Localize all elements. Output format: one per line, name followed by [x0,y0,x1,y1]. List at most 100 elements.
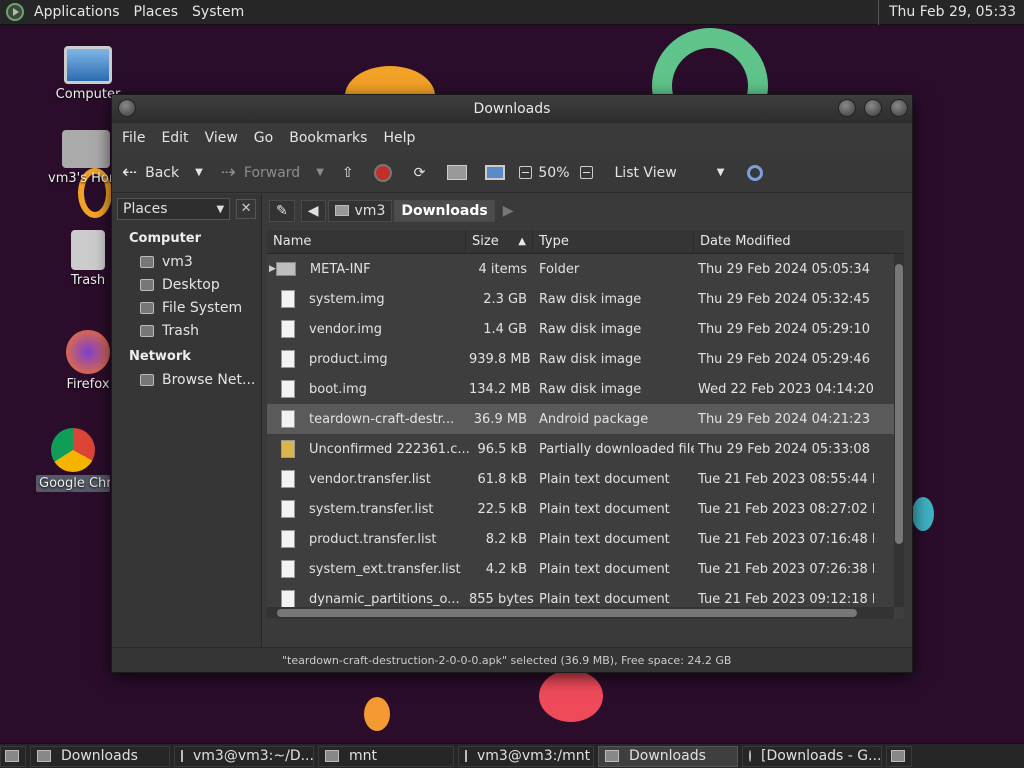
table-row[interactable]: Unconfirmed 222361.c... 96.5 kB Partially … [267,434,904,464]
taskbar-item-mnt[interactable]: mnt [318,745,454,767]
forward-button[interactable]: ⇢ Forward ▼ [221,162,324,183]
computer-toolbar-icon[interactable] [485,165,506,180]
menu-places[interactable]: Places [127,4,186,20]
file-type-cell: Plain text document [539,501,670,517]
table-row[interactable]: ▶ META-INF 4 items Folder Thu 29 Feb 2024 05… [267,254,904,284]
taskbar-item-downloads-2[interactable]: Downloads [598,745,738,767]
window-menu-icon[interactable] [118,99,136,117]
up-icon[interactable]: ⇧ [342,165,354,181]
file-size-cell: 22.5 kB [477,501,527,517]
file-date-cell: Tue 21 Feb 2023 07:16:48 PM EST [698,531,874,547]
zoom-out-icon[interactable] [519,166,533,179]
workspace-switcher-icon[interactable] [886,745,912,767]
file-name-cell: teardown-craft-destr... [267,410,469,428]
menu-view[interactable]: View [197,130,246,146]
search-icon[interactable] [746,164,763,181]
file-date-cell: Tue 21 Feb 2023 08:55:44 PM EST [698,471,874,487]
back-history-dropdown-icon[interactable]: ▼ [195,167,203,178]
file-icon [281,560,295,578]
clock[interactable]: Thu Feb 29, 05:33 [877,0,1024,25]
menu-bookmarks[interactable]: Bookmarks [281,130,375,146]
stop-icon[interactable] [373,163,392,182]
expand-arrow-icon[interactable]: ▶ [269,264,276,274]
breadcrumb-vm3[interactable]: vm3 [327,199,393,222]
file-type-cell: Raw disk image [539,291,642,307]
file-name-cell: vendor.img [267,320,469,338]
sidebar-item-browse-network[interactable]: Browse Net... [112,368,261,391]
file-date-cell: Wed 22 Feb 2023 04:14:20 AM EST [698,381,874,397]
table-row[interactable]: system_ext.transfer.list 4.2 kB Plain text… [267,554,904,584]
home-icon[interactable] [447,165,468,180]
file-name-cell: product.img [267,350,469,368]
minimize-button[interactable] [838,99,856,117]
file-type-cell: Plain text document [539,471,670,487]
file-type-cell: Plain text document [539,531,670,547]
zoom-in-icon[interactable] [579,166,593,179]
edit-location-icon[interactable]: ✎ [269,199,295,222]
column-type[interactable]: Type [533,230,694,254]
sidebar-item-trash[interactable]: Trash [112,319,261,342]
horizontal-scrollbar[interactable] [267,607,894,619]
table-row[interactable]: boot.img 134.2 MB Raw disk image Wed 22 Feb… [267,374,904,404]
close-button[interactable] [890,99,908,117]
file-date-cell: Tue 21 Feb 2023 09:12:18 PM EST [698,591,874,607]
column-name[interactable]: Name [267,230,466,254]
firefox-icon [66,330,110,374]
vertical-scroll-thumb[interactable] [895,264,903,544]
sidebar-section-computer: Computer [129,231,202,246]
table-row[interactable]: vendor.transfer.list 61.8 kB Plain text do… [267,464,904,494]
view-mode-select[interactable]: List View ▼ [615,165,725,181]
column-date-modified[interactable]: Date Modified [694,230,894,254]
menu-help[interactable]: Help [375,130,423,146]
table-row[interactable]: vendor.img 1.4 GB Raw disk image Thu 29 Feb… [267,314,904,344]
breadcrumb-left-arrow-icon[interactable]: ◀ [300,199,326,222]
toolbar: ⇠ Back ▼ ⇢ Forward ▼ ⇧ ⟳ 50% List View ▼ [112,153,912,193]
vertical-scrollbar[interactable] [894,254,904,607]
trash-icon [140,324,154,337]
table-row[interactable]: product.img 939.8 MB Raw disk image Thu 29 … [267,344,904,374]
column-header-row: Name Size ▲ Type Date Modified [267,230,904,254]
reload-icon[interactable]: ⟳ [414,165,426,181]
desktop-icon-chrome[interactable]: Google Chrome [36,428,110,492]
file-manager-window: Downloads File Edit View Go Bookmarks He… [111,94,913,673]
sidebar-item-vm3[interactable]: vm3 [112,250,261,273]
taskbar-item-downloads-1[interactable]: Downloads [30,745,170,767]
table-row[interactable]: product.transfer.list 8.2 kB Plain text do… [267,524,904,554]
breadcrumb: ✎ ◀ vm3 Downloads ▶ [262,194,912,227]
file-name-cell: boot.img [267,380,469,398]
back-button[interactable]: ⇠ Back ▼ [122,162,203,183]
menu-system[interactable]: System [185,4,251,20]
maximize-button[interactable] [864,99,882,117]
zoom-control[interactable]: 50% [519,165,598,181]
table-row[interactable]: system.transfer.list 22.5 kB Plain text do… [267,494,904,524]
file-size-cell: 939.8 MB [469,351,531,367]
chevron-down-icon: ▼ [716,167,725,178]
sidebar-selector[interactable]: Places ▼ [117,198,231,220]
sidebar-item-desktop[interactable]: Desktop [112,273,261,296]
file-size-cell: 61.8 kB [477,471,527,487]
menu-file[interactable]: File [114,130,153,146]
file-size-cell: 8.2 kB [485,531,527,547]
taskbar-item-chrome[interactable]: [Downloads - G... [742,745,882,767]
window-titlebar[interactable]: Downloads [112,95,912,123]
horizontal-scroll-thumb[interactable] [277,609,857,617]
column-size[interactable]: Size ▲ [466,230,533,254]
table-row[interactable]: system.img 2.3 GB Raw disk image Thu 29 Feb… [267,284,904,314]
table-row[interactable]: teardown-craft-destr... 36.9 MB Android pa… [267,404,904,434]
menu-edit[interactable]: Edit [153,130,196,146]
menu-applications[interactable]: Applications [27,4,127,20]
file-name-cell: product.transfer.list [267,530,469,548]
taskbar-item-terminal-2[interactable]: vm3@vm3:/mnt [458,745,594,767]
taskbar-item-terminal-1[interactable]: vm3@vm3:~/D... [174,745,314,767]
breadcrumb-downloads[interactable]: Downloads [394,199,495,222]
app-menu-logo-icon[interactable] [6,3,24,21]
file-name-cell: ▶ META-INF [269,261,371,277]
sidebar-item-file-system[interactable]: File System [112,296,261,319]
breadcrumb-right-arrow-icon[interactable]: ▶ [497,200,520,222]
forward-history-dropdown-icon[interactable]: ▼ [316,167,324,178]
close-sidebar-icon[interactable]: ✕ [236,199,256,219]
show-desktop-icon[interactable] [0,745,26,767]
file-icon [281,590,295,608]
menubar: File Edit View Go Bookmarks Help [112,123,912,153]
menu-go[interactable]: Go [246,130,281,146]
